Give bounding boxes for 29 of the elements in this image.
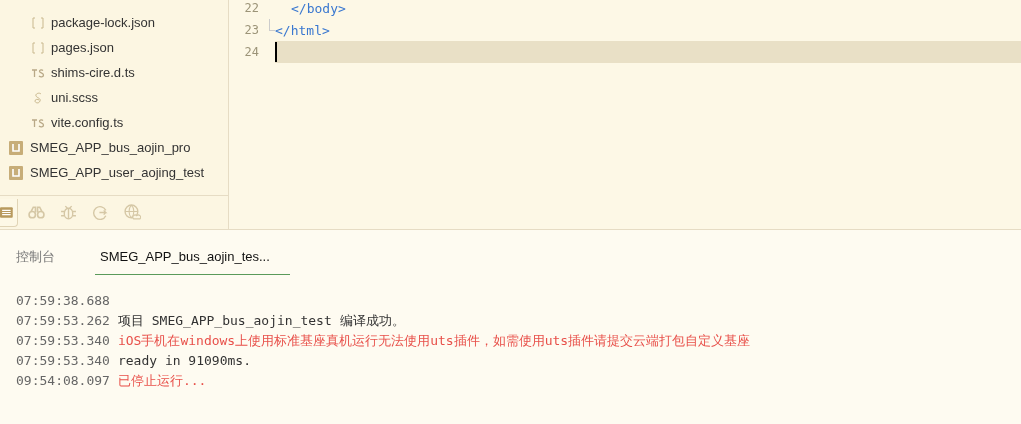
- line-number: 24: [243, 44, 259, 61]
- text-cursor: [275, 42, 277, 62]
- project-icon: [9, 165, 23, 180]
- log-message: 项目 SMEG_APP_bus_aojin_test 编译成功。: [117, 312, 405, 330]
- file-item[interactable]: package-lock.json: [0, 10, 228, 35]
- brackets-icon: [31, 40, 45, 55]
- file-item[interactable]: uni.scss: [0, 85, 228, 110]
- log-timestamp: 07:59:38.688: [16, 292, 110, 310]
- log-timestamp: 07:59:53.262: [16, 312, 110, 330]
- line-number: 23: [243, 22, 259, 39]
- log-message: iOS手机在windows上使用标准基座真机运行无法使用uts插件，如需使用uts插件请提交云端打包自定义基座: [117, 332, 751, 350]
- project-icon: [9, 140, 23, 155]
- console-tab[interactable]: 控制台: [16, 245, 55, 275]
- log-timestamp: 07:59:53.340: [16, 332, 110, 350]
- code-line: </body>: [290, 0, 346, 16]
- log-timestamp: 07:59:53.340: [16, 352, 110, 370]
- log-message: ready in 91090ms.: [117, 352, 251, 370]
- log-message: 已停止运行...: [117, 372, 207, 390]
- log-timestamp: 09:54:08.097: [16, 372, 110, 390]
- file-item[interactable]: vite.config.ts: [0, 110, 228, 135]
- code-line: </html>: [275, 22, 330, 38]
- line-number: 22: [243, 0, 259, 17]
- project-item[interactable]: SMEG_APP_user_aojing_test: [0, 160, 228, 185]
- console-tab[interactable]: SMEG_APP_bus_aojin_tes...: [95, 245, 290, 275]
- file-item[interactable]: pages.json: [0, 35, 228, 60]
- list-icon[interactable]: [0, 198, 18, 227]
- file-item[interactable]: shims-cire.d.ts: [0, 60, 228, 85]
- project-item[interactable]: SMEG_APP_bus_aojin_pro: [0, 135, 228, 160]
- brackets-icon: [31, 15, 45, 30]
